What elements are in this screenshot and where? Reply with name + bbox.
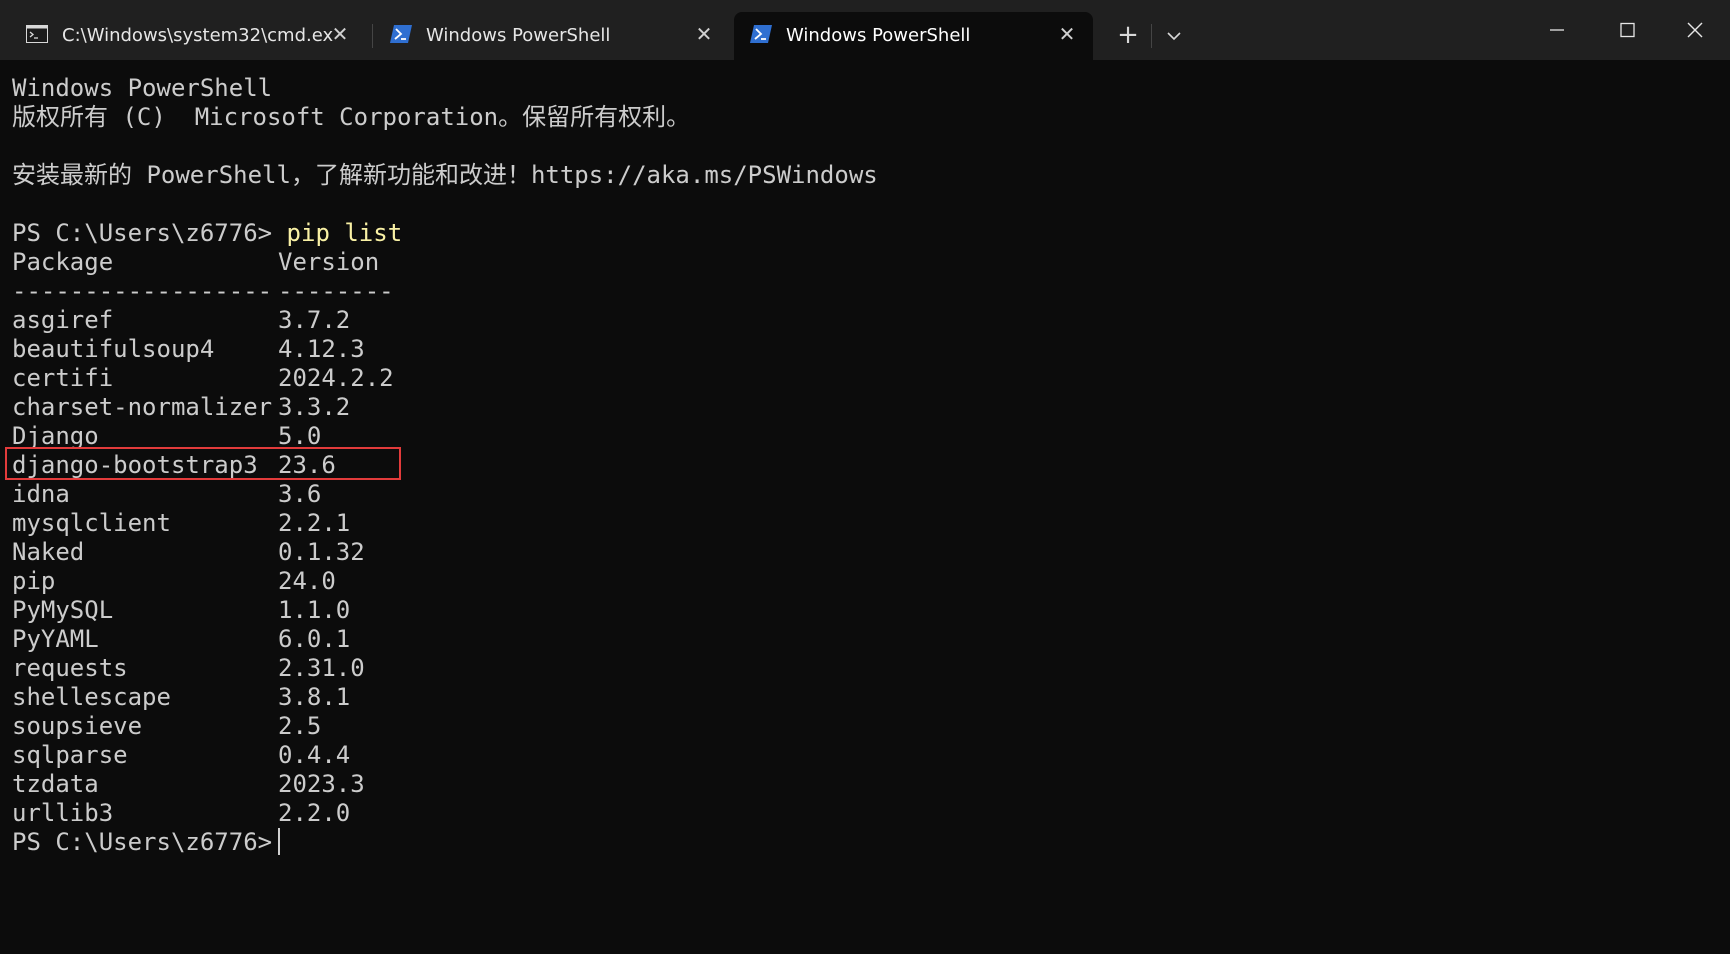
cmd-icon: [26, 25, 48, 43]
package-row: idna 3.6: [12, 480, 321, 509]
package-row: tzdata 2023.3: [12, 770, 365, 799]
package-version: 3.3.2: [278, 393, 351, 421]
package-name: PyYAML: [12, 625, 99, 653]
package-version: 2023.3: [278, 770, 365, 798]
package-name: shellescape: [12, 683, 171, 711]
title-bar: C:\Windows\system32\cmd.ex ✕ Windows Pow…: [0, 0, 1730, 60]
tab-divider: [372, 24, 373, 48]
package-name: mysqlclient: [12, 509, 171, 537]
command-text: pip list: [286, 219, 403, 247]
package-name: tzdata: [12, 770, 99, 798]
package-version: 4.12.3: [278, 335, 365, 363]
package-row: mysqlclient 2.2.1: [12, 509, 350, 538]
separator-package: ------------------: [12, 277, 273, 305]
package-version: 2.31.0: [278, 654, 365, 682]
package-version: 3.8.1: [278, 683, 351, 711]
header-package: Package: [12, 248, 114, 276]
package-row: pip 24.0: [12, 567, 336, 596]
package-version: 0.1.32: [278, 538, 365, 566]
minimize-button[interactable]: [1522, 0, 1592, 60]
new-tab-button[interactable]: +: [1110, 18, 1146, 54]
tab-dropdown-button[interactable]: [1156, 18, 1192, 54]
package-name: Naked: [12, 538, 85, 566]
package-row: requests 2.31.0: [12, 654, 365, 683]
tab-label: C:\Windows\system32\cmd.ex: [62, 25, 334, 46]
package-name: idna: [12, 480, 70, 508]
text-cursor: [278, 828, 280, 855]
package-row: asgiref 3.7.2: [12, 306, 350, 335]
tab-cmd[interactable]: C:\Windows\system32\cmd.ex ✕: [10, 12, 366, 60]
package-name: sqlparse: [12, 741, 128, 769]
package-row: sqlparse 0.4.4: [12, 741, 350, 770]
package-name: soupsieve: [12, 712, 143, 740]
close-icon[interactable]: ✕: [694, 24, 714, 44]
tab-label: Windows PowerShell: [426, 25, 611, 46]
tab-powershell[interactable]: Windows PowerShell ✕: [374, 12, 730, 60]
close-icon: [1687, 22, 1703, 38]
package-row: Naked 0.1.32: [12, 538, 365, 567]
copyright-line: 版权所有 (C) Microsoft Corporation。保留所有权利。: [12, 103, 691, 131]
package-row: PyMySQL 1.1.0: [12, 596, 350, 625]
table-header: Package Version: [12, 248, 379, 277]
install-hint-line: 安装最新的 PowerShell，了解新功能和改进！https://aka.ms…: [12, 161, 878, 189]
package-version: 3.7.2: [278, 306, 351, 334]
highlight-annotation-box: [5, 447, 401, 480]
package-version: 24.0: [278, 567, 336, 595]
windows-terminal-window: C:\Windows\system32\cmd.ex ✕ Windows Pow…: [0, 0, 1730, 954]
package-name: certifi: [12, 364, 114, 392]
package-row: soupsieve 2.5: [12, 712, 321, 741]
package-row: charset-normalizer 3.3.2: [12, 393, 350, 422]
package-name: urllib3: [12, 799, 114, 827]
package-name: pip: [12, 567, 56, 595]
header-version: Version: [278, 248, 380, 276]
maximize-button[interactable]: [1592, 0, 1662, 60]
close-icon[interactable]: ✕: [330, 24, 350, 44]
tab-label: Windows PowerShell: [786, 25, 971, 46]
package-version: 2.2.1: [278, 509, 351, 537]
banner-title: Windows PowerShell: [12, 74, 273, 102]
package-version: 6.0.1: [278, 625, 351, 653]
tab-powershell-active[interactable]: Windows PowerShell ✕: [734, 12, 1093, 60]
final-prompt: PS C:\Users\z6776>: [12, 828, 287, 856]
package-version: 1.1.0: [278, 596, 351, 624]
package-name: requests: [12, 654, 128, 682]
command-line: PS C:\Users\z6776> pip list: [12, 219, 402, 248]
powershell-icon: [750, 25, 772, 43]
package-row: PyYAML 6.0.1: [12, 625, 350, 654]
package-row: shellescape 3.8.1: [12, 683, 350, 712]
terminal-output[interactable]: Windows PowerShell 版权所有 (C) Microsoft Co…: [0, 60, 1730, 954]
separator-version: --------: [278, 277, 394, 305]
package-name: beautifulsoup4: [12, 335, 215, 363]
package-name: charset-normalizer: [12, 393, 273, 421]
package-version: 2024.2.2: [278, 364, 394, 392]
prompt: PS C:\Users\z6776>: [12, 219, 287, 247]
package-version: 3.6: [278, 480, 322, 508]
table-separator: ------------------ --------: [12, 277, 394, 306]
chevron-down-icon: [1167, 32, 1181, 41]
close-icon[interactable]: ✕: [1057, 24, 1077, 44]
maximize-icon: [1620, 22, 1635, 38]
package-name: PyMySQL: [12, 596, 114, 624]
minimize-icon: [1550, 29, 1564, 31]
package-name: asgiref: [12, 306, 114, 334]
powershell-icon: [390, 25, 412, 43]
package-row: beautifulsoup4 4.12.3: [12, 335, 365, 364]
package-version: 0.4.4: [278, 741, 351, 769]
package-version: 2.5: [278, 712, 322, 740]
package-row: urllib3 2.2.0: [12, 799, 350, 828]
tab-divider: [1151, 24, 1152, 48]
package-row: certifi 2024.2.2: [12, 364, 394, 393]
close-window-button[interactable]: [1660, 0, 1730, 60]
package-version: 2.2.0: [278, 799, 351, 827]
